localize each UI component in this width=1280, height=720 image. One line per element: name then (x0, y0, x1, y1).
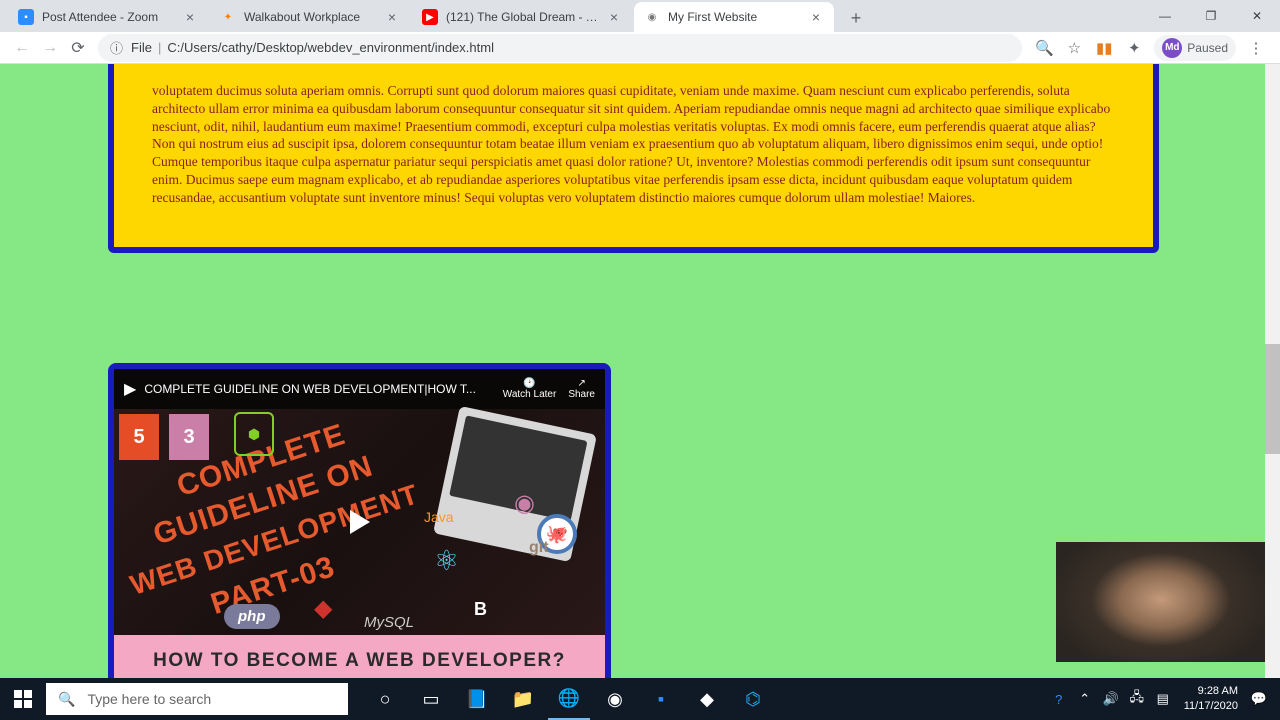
video-bottom-banner: HOW TO BECOME A WEB DEVELOPER? (114, 635, 605, 678)
vscode-icon[interactable]: ⌬ (732, 678, 774, 720)
extensions-puzzle-icon[interactable]: ✦ (1124, 38, 1144, 58)
paused-label: Paused (1187, 41, 1228, 55)
clock-icon: 🕑 (523, 378, 535, 389)
webcam-feed (1056, 542, 1266, 662)
input-icon[interactable]: ▤ (1150, 691, 1176, 707)
page-viewport: voluptatem ducimus soluta aperiam omnis.… (0, 64, 1280, 678)
app-icon-3[interactable]: ◆ (686, 678, 728, 720)
tab-title: Post Attendee - Zoom (42, 10, 178, 24)
ruby-icon: ◆ (314, 594, 332, 623)
close-icon[interactable]: × (182, 9, 198, 25)
zoom-app-icon[interactable]: ▪ (640, 678, 682, 720)
file-label: File (131, 40, 152, 55)
task-view-icon[interactable]: ▭ (410, 678, 452, 720)
profile-paused[interactable]: Md Paused (1154, 35, 1236, 61)
cortana-icon[interactable]: ○ (364, 678, 406, 720)
mysql-label: MySQL (364, 614, 414, 631)
video-header: ▶ COMPLETE GUIDELINE ON WEB DEVELOPMENT|… (114, 369, 605, 409)
watch-later-label: Watch Later (503, 389, 557, 400)
tab-my-first-website[interactable]: ◉ My First Website × (634, 2, 834, 32)
new-tab-button[interactable]: + (842, 4, 870, 32)
start-button[interactable] (0, 678, 46, 720)
task-icons: ○ ▭ 📘 📁 🌐 ◉ ▪ ◆ ⌬ (364, 678, 774, 720)
tab-zoom[interactable]: ▪ Post Attendee - Zoom × (8, 2, 208, 32)
separator: | (158, 40, 161, 55)
close-window-button[interactable]: ✕ (1234, 0, 1280, 32)
share-label: Share (568, 389, 595, 400)
zoom-icon: ▪ (18, 9, 34, 25)
help-icon[interactable]: ? (1046, 692, 1072, 707)
tab-title: (121) The Global Dream - YouTu (446, 10, 602, 24)
tab-walkabout[interactable]: ✦ Walkabout Workplace × (210, 2, 410, 32)
tab-title: Walkabout Workplace (244, 10, 380, 24)
system-tray: ? ⌃ 🔊 🖧 ▤ 9:28 AM 11/17/2020 💬 (1046, 684, 1280, 714)
css3-icon: 3 (169, 414, 209, 460)
video-embed[interactable]: ▶ COMPLETE GUIDELINE ON WEB DEVELOPMENT|… (108, 363, 611, 678)
bookmark-icon[interactable]: ☆ (1064, 38, 1084, 58)
java-label: Java (424, 509, 454, 525)
video-title[interactable]: COMPLETE GUIDELINE ON WEB DEVELOPMENT|HO… (144, 382, 490, 396)
forward-button[interactable]: → (36, 34, 64, 62)
windows-logo-icon (14, 690, 32, 708)
network-icon[interactable]: 🖧 (1124, 688, 1150, 710)
window-controls: — ❐ ✕ (1142, 0, 1280, 32)
avatar: Md (1162, 38, 1182, 58)
search-placeholder: Type here to search (87, 691, 211, 707)
taskbar-search[interactable]: 🔍 Type here to search (46, 683, 348, 715)
back-button[interactable]: ← (8, 34, 36, 62)
tab-youtube[interactable]: ▶ (121) The Global Dream - YouTu × (412, 2, 632, 32)
browser-tabs: ▪ Post Attendee - Zoom × ✦ Walkabout Wor… (0, 0, 1280, 32)
time: 9:28 AM (1184, 684, 1238, 699)
site-info-icon[interactable]: ⓘ (110, 38, 123, 57)
url-field[interactable]: ⓘ File | C:/Users/cathy/Desktop/webdev_e… (98, 34, 1022, 62)
close-icon[interactable]: × (606, 9, 622, 25)
notifications-icon[interactable]: 💬 (1246, 691, 1272, 707)
git-label: git (529, 539, 549, 557)
date: 11/17/2020 (1184, 699, 1238, 714)
watch-later-button[interactable]: 🕑 Watch Later (503, 378, 557, 400)
b-label: B (474, 599, 487, 620)
minimize-button[interactable]: — (1142, 0, 1188, 32)
youtube-logo-icon: ▶ (124, 379, 136, 399)
menu-icon[interactable]: ⋮ (1246, 38, 1266, 58)
share-button[interactable]: ↗ Share (568, 378, 595, 400)
windows-taskbar: 🔍 Type here to search ○ ▭ 📘 📁 🌐 ◉ ▪ ◆ ⌬ … (0, 678, 1280, 720)
chrome-icon[interactable]: 🌐 (548, 678, 590, 720)
youtube-icon: ▶ (422, 9, 438, 25)
chevron-up-icon[interactable]: ⌃ (1072, 691, 1098, 707)
search-icon: 🔍 (58, 691, 75, 708)
play-icon[interactable] (350, 510, 370, 534)
tab-title: My First Website (668, 10, 804, 24)
react-icon: ⚛ (434, 544, 459, 577)
app-icon-2[interactable]: ◉ (594, 678, 636, 720)
maximize-button[interactable]: ❐ (1188, 0, 1234, 32)
url-text: C:/Users/cathy/Desktop/webdev_environmen… (167, 40, 494, 55)
volume-icon[interactable]: 🔊 (1098, 691, 1124, 707)
search-icon[interactable]: 🔍 (1034, 38, 1054, 58)
html5-icon: 5 (119, 414, 159, 460)
lorem-text: voluptatem ducimus soluta aperiam omnis.… (152, 82, 1115, 207)
lorem-content-box: voluptatem ducimus soluta aperiam omnis.… (108, 64, 1159, 253)
page-icon: ◉ (644, 9, 660, 25)
app-icon-1[interactable]: 📘 (456, 678, 498, 720)
reload-button[interactable]: ⟳ (64, 34, 92, 62)
share-icon: ↗ (577, 378, 585, 389)
webcam-overlay (1056, 542, 1266, 662)
close-icon[interactable]: × (808, 9, 824, 25)
close-icon[interactable]: × (384, 9, 400, 25)
scrollbar-track[interactable] (1265, 64, 1280, 678)
python-icon: ◉ (514, 489, 535, 518)
clock[interactable]: 9:28 AM 11/17/2020 (1176, 684, 1246, 714)
scrollbar-thumb[interactable] (1265, 344, 1280, 454)
file-explorer-icon[interactable]: 📁 (502, 678, 544, 720)
video-thumbnail[interactable]: 🐙 COMPLETE GUIDELINE ON WEB DEVELOPMENT … (114, 409, 605, 635)
php-label: php (224, 604, 280, 629)
extension-icon[interactable]: ▮▮ (1094, 38, 1114, 58)
address-bar: ← → ⟳ ⓘ File | C:/Users/cathy/Desktop/we… (0, 32, 1280, 64)
extensions-area: 🔍 ☆ ▮▮ ✦ Md Paused ⋮ (1028, 35, 1272, 61)
walkabout-icon: ✦ (220, 9, 236, 25)
nodejs-icon: ⬢ (234, 412, 274, 456)
